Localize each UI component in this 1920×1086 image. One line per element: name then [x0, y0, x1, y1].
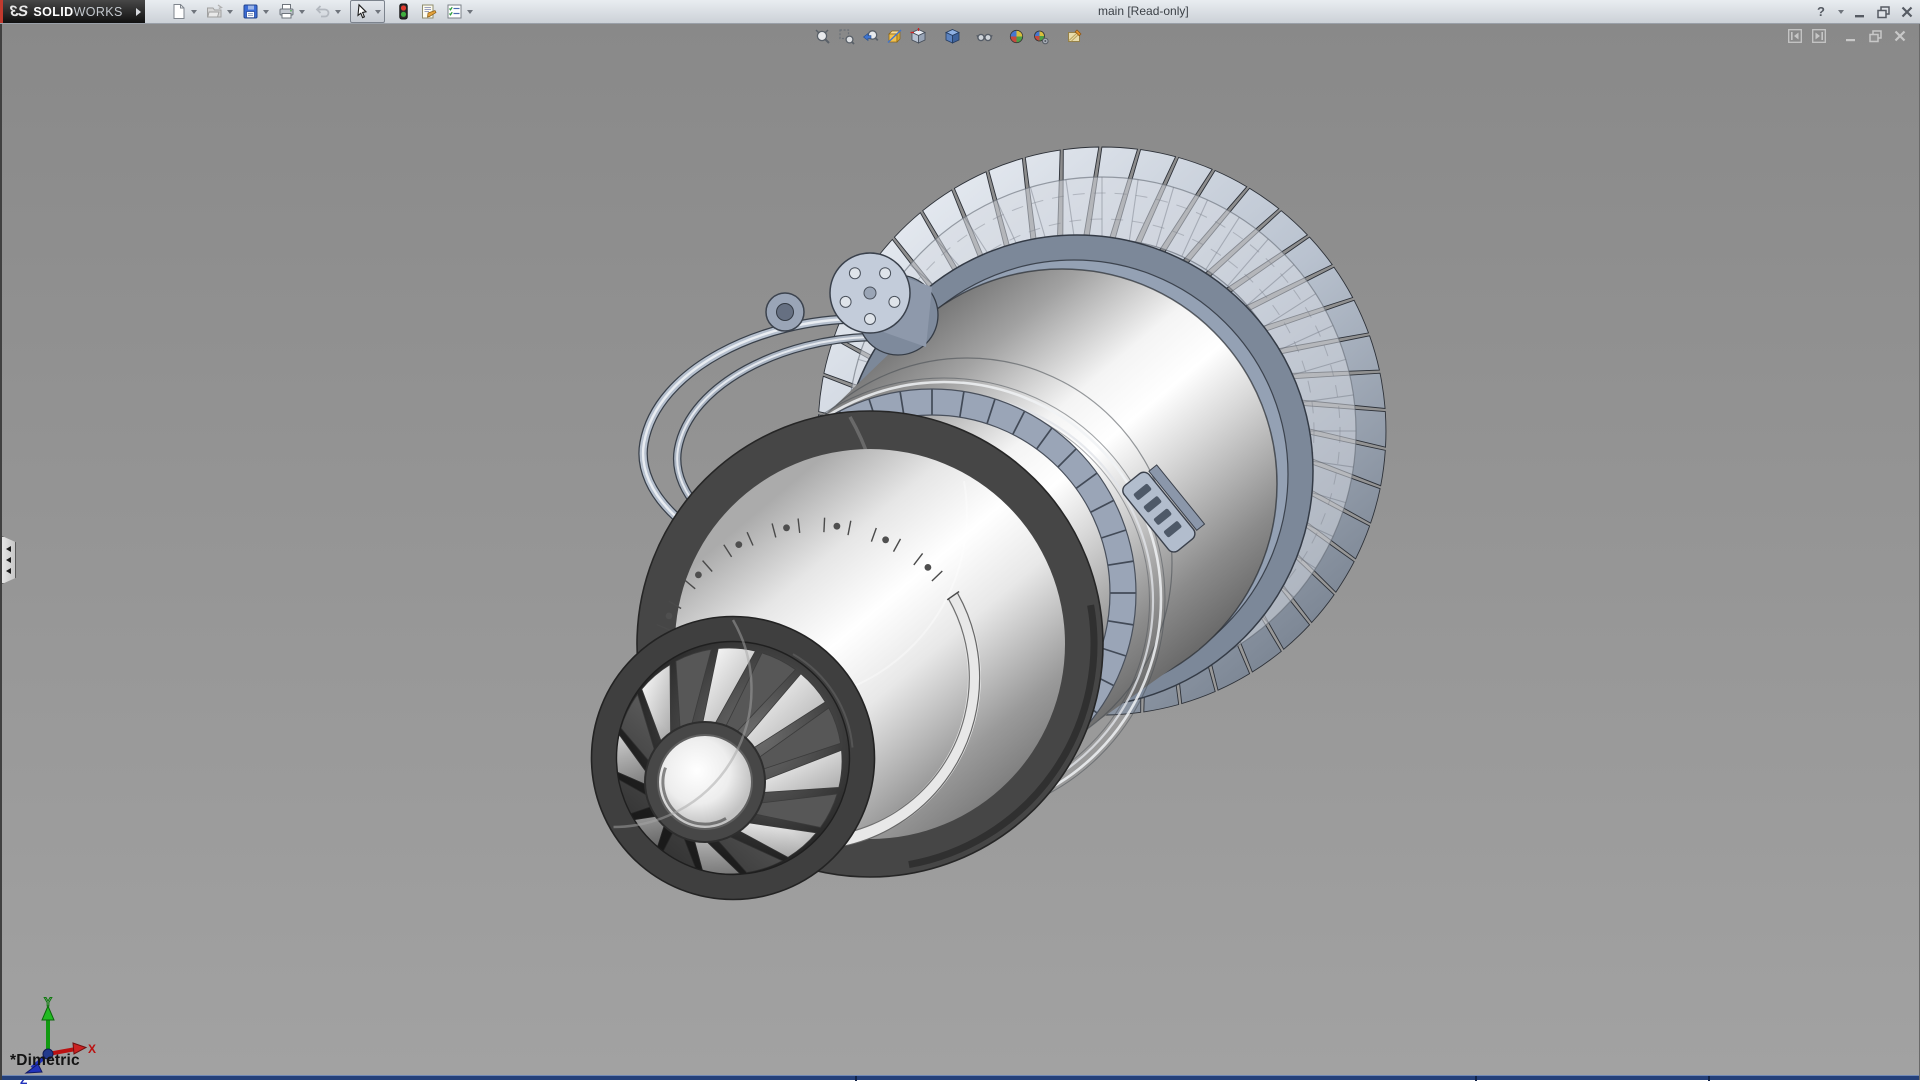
options-list-button[interactable]: [446, 1, 473, 22]
app-window-controls: ?: [1817, 0, 1914, 23]
help-button[interactable]: ?: [1817, 4, 1825, 19]
app-minimize-button[interactable]: [1853, 5, 1867, 19]
new-document-icon: [170, 3, 187, 20]
doc-close-button[interactable]: [1893, 29, 1907, 43]
select-tool-button[interactable]: [350, 0, 385, 23]
document-title: main [Read-only]: [1098, 4, 1189, 18]
zoom-to-area-icon[interactable]: [838, 28, 855, 45]
collapse-arrow-icon: [6, 568, 11, 574]
new-dropdown-caret[interactable]: [191, 10, 197, 14]
options-dropdown-caret[interactable]: [467, 10, 473, 14]
view-orientation-label: *Dimetric: [10, 1052, 80, 1070]
brand-works: WORKS: [74, 5, 123, 19]
app-restore-button[interactable]: [1876, 5, 1891, 19]
brand-solid: SOLID: [33, 5, 73, 19]
select-dropdown-caret[interactable]: [375, 10, 381, 14]
pane-left-button[interactable]: [1788, 29, 1802, 43]
new-document-button[interactable]: [170, 1, 197, 22]
pane-right-button[interactable]: [1812, 29, 1826, 43]
status-bar-edge: [2, 1075, 1919, 1080]
previous-view-icon[interactable]: [862, 28, 879, 45]
zoom-to-fit-icon[interactable]: [814, 28, 831, 45]
edit-appearance-icon[interactable]: [1066, 28, 1083, 45]
select-cursor-icon: [354, 3, 371, 20]
traffic-light-button[interactable]: [394, 1, 411, 22]
nozzle-assembly: [592, 617, 875, 900]
doc-restore-button[interactable]: [1868, 29, 1883, 43]
print-dropdown-caret[interactable]: [299, 10, 305, 14]
menu-flyout-button[interactable]: [131, 0, 145, 23]
logo-s-glyph: S: [17, 3, 29, 20]
file-properties-icon: [420, 3, 437, 20]
status-separator: [855, 1076, 857, 1081]
help-dropdown-caret[interactable]: [1838, 10, 1844, 14]
save-button[interactable]: [242, 1, 269, 22]
view-orientation-icon[interactable]: [910, 28, 927, 45]
status-separator: [1708, 1076, 1710, 1081]
triad-x-label: X: [88, 1042, 96, 1056]
section-view-icon[interactable]: [886, 28, 903, 45]
collapse-arrow-icon: [6, 546, 11, 552]
doc-minimize-button[interactable]: [1844, 29, 1858, 43]
feature-panel-expand-tab[interactable]: [2, 536, 16, 584]
status-separator: [1475, 1076, 1477, 1081]
open-dropdown-caret[interactable]: [227, 10, 233, 14]
headsup-view-toolbar: [814, 28, 1083, 45]
undo-button[interactable]: [314, 1, 341, 22]
title-bar: 3 S SOLIDWORKS: [0, 0, 1920, 24]
hide-show-items-icon[interactable]: [976, 28, 993, 45]
options-list-icon: [446, 3, 463, 20]
undo-icon: [314, 3, 331, 20]
graphics-viewport[interactable]: Y X Z *Dimetric: [0, 23, 1920, 1080]
solidworks-logo: 3 S SOLIDWORKS: [3, 0, 131, 23]
open-document-icon: [206, 3, 223, 20]
file-properties-button[interactable]: [420, 1, 437, 22]
save-dropdown-caret[interactable]: [263, 10, 269, 14]
save-icon: [242, 3, 259, 20]
apply-scene-icon[interactable]: [1008, 28, 1025, 45]
engine-3d-model: [2, 24, 1920, 1076]
main-toolbar: [170, 1, 473, 22]
print-icon: [278, 3, 295, 20]
triad-y-label: Y: [44, 996, 52, 1009]
open-document-button[interactable]: [206, 1, 233, 22]
flyout-arrow-icon: [136, 8, 141, 16]
app-close-button[interactable]: [1900, 5, 1914, 19]
undo-dropdown-caret[interactable]: [335, 10, 341, 14]
print-button[interactable]: [278, 1, 305, 22]
document-window-controls: [1788, 29, 1907, 43]
display-style-icon[interactable]: [944, 28, 961, 45]
traffic-light-icon: [394, 3, 411, 20]
view-settings-icon[interactable]: [1032, 28, 1049, 45]
reference-triad: Y X Z: [18, 996, 98, 1086]
collapse-arrow-icon: [6, 557, 11, 563]
